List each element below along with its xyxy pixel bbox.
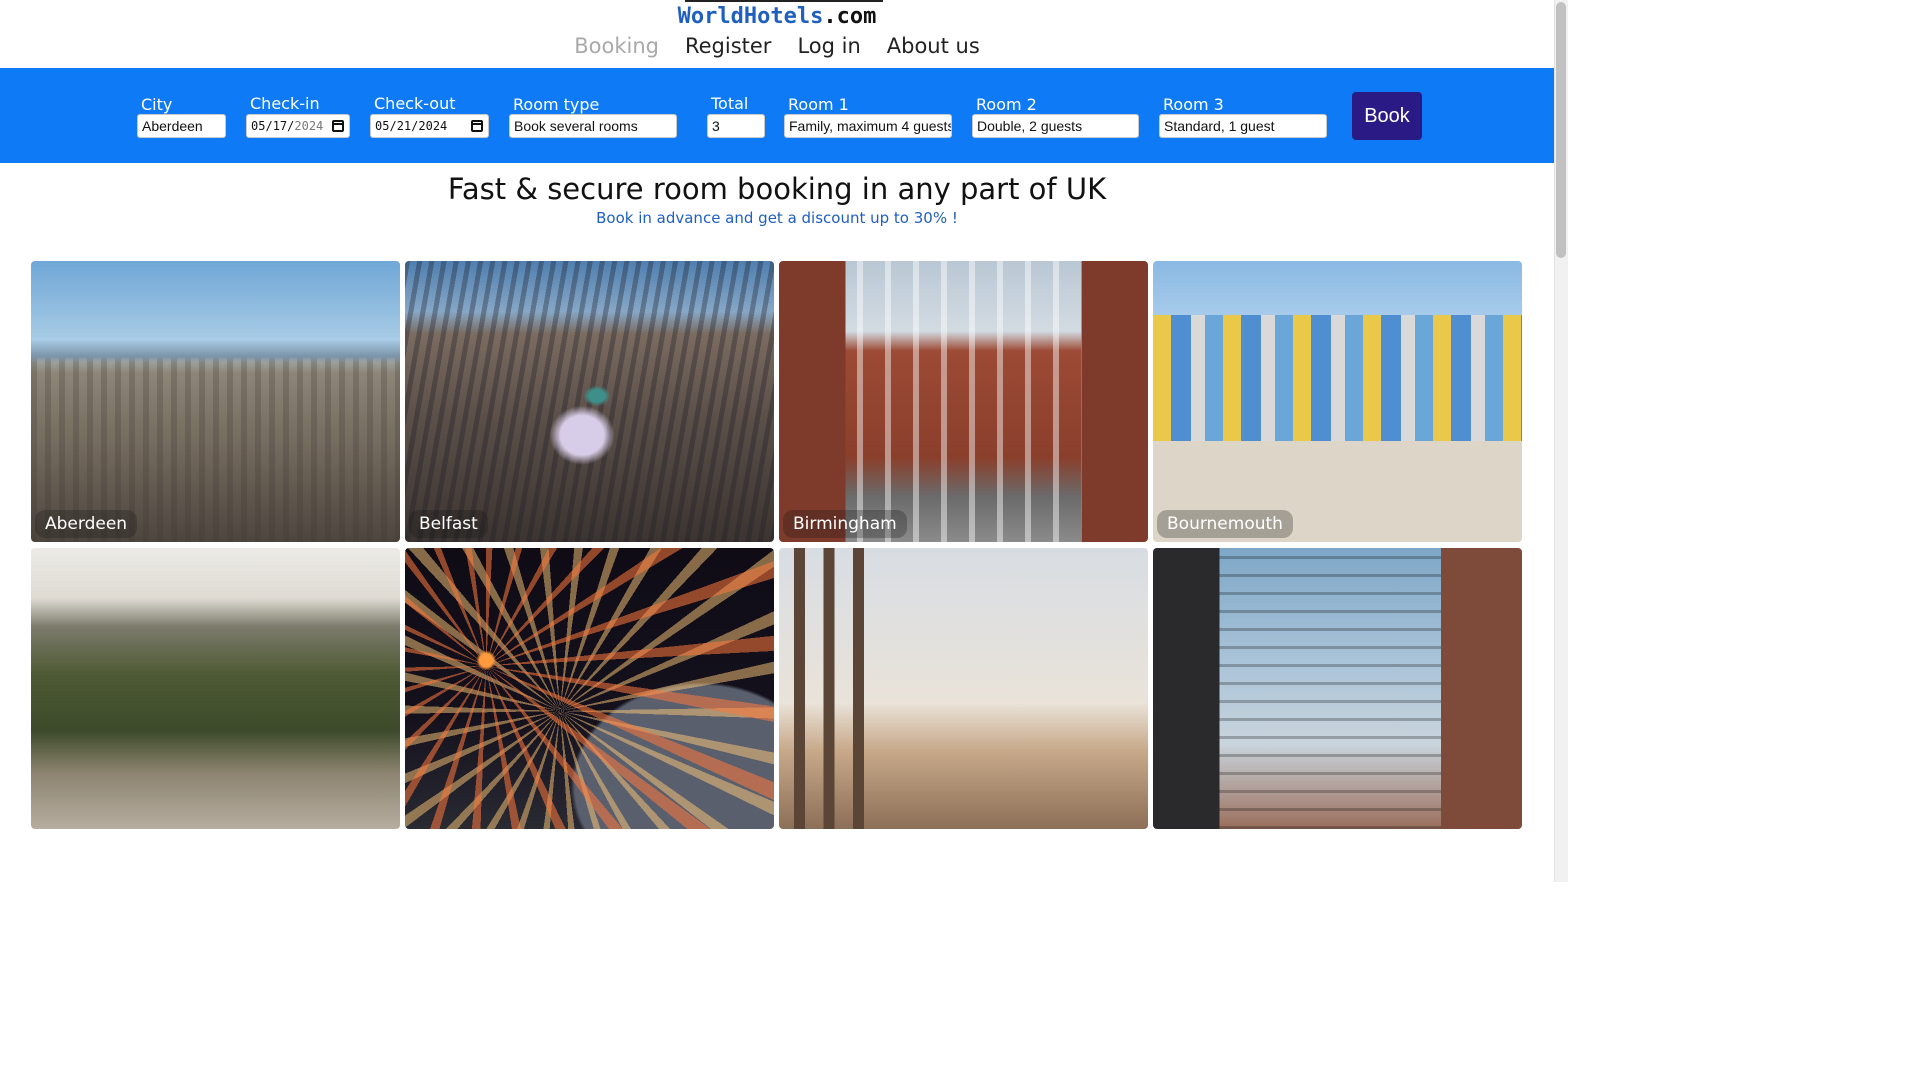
city-card-label: Bournemouth bbox=[1157, 510, 1293, 538]
city-card-label: Aberdeen bbox=[35, 510, 138, 538]
check-out-month: 05 bbox=[375, 119, 390, 133]
check-in-month: 05 bbox=[251, 119, 266, 133]
city-card-bournemouth[interactable]: Bournemouth bbox=[1153, 261, 1522, 542]
check-in-input[interactable]: 05/17/2024 bbox=[246, 114, 350, 138]
city-card-birmingham[interactable]: Birmingham bbox=[779, 261, 1148, 542]
book-button[interactable]: Book bbox=[1352, 92, 1422, 140]
main-nav: Booking Register Log in About us bbox=[0, 34, 1554, 58]
hero-subtitle: Book in advance and get a discount up to… bbox=[596, 209, 958, 227]
logo-brand: WorldHotels bbox=[677, 4, 824, 29]
city-card-bridge-photo[interactable] bbox=[31, 548, 400, 829]
hero-title: Fast & secure room booking in any part o… bbox=[447, 172, 1107, 206]
city-card-belfast[interactable]: Belfast bbox=[405, 261, 774, 542]
city-card-monument-photo[interactable] bbox=[779, 548, 1148, 829]
room-type-select[interactable]: Book several rooms bbox=[509, 114, 677, 138]
calendar-icon[interactable] bbox=[471, 120, 483, 132]
city-card-street-photo[interactable] bbox=[1153, 548, 1522, 829]
page: WorldHotels.com Booking Register Log in … bbox=[0, 0, 1554, 882]
room2-label: Room 2 bbox=[976, 95, 1037, 114]
nav-register[interactable]: Register bbox=[685, 34, 771, 58]
scrollbar-thumb[interactable] bbox=[1556, 2, 1566, 258]
nav-about-us[interactable]: About us bbox=[887, 34, 980, 58]
check-out-input[interactable]: 05/21/2024 bbox=[370, 114, 489, 138]
check-out-day: 21 bbox=[396, 119, 412, 133]
booking-bar: City Aberdeen Check-in 05/17/2024 Check-… bbox=[0, 68, 1554, 163]
check-out-year: 2024 bbox=[418, 119, 448, 133]
total-label: Total bbox=[711, 94, 749, 113]
room3-select[interactable]: Standard, 1 guest bbox=[1159, 114, 1327, 138]
check-in-year: 2024 bbox=[294, 119, 324, 133]
logo-tld: .com bbox=[823, 4, 877, 29]
city-card-label: Belfast bbox=[409, 510, 488, 538]
site-logo[interactable]: WorldHotels.com bbox=[678, 4, 877, 29]
check-out-label: Check-out bbox=[374, 94, 456, 113]
city-card-label: Birmingham bbox=[783, 510, 907, 538]
check-in-label: Check-in bbox=[250, 94, 320, 113]
room-type-label: Room type bbox=[513, 95, 600, 114]
room1-select[interactable]: Family, maximum 4 guests bbox=[784, 114, 952, 138]
header: WorldHotels.com bbox=[0, 0, 1554, 29]
total-input[interactable]: 3 bbox=[707, 114, 765, 138]
city-card-fireworks-photo[interactable] bbox=[405, 548, 774, 829]
room3-label: Room 3 bbox=[1163, 95, 1224, 114]
calendar-icon[interactable] bbox=[332, 120, 344, 132]
check-in-day: 17 bbox=[272, 119, 288, 133]
city-grid: Aberdeen Belfast Birmingham Bournemouth bbox=[31, 261, 1523, 829]
nav-booking[interactable]: Booking bbox=[574, 34, 659, 58]
room1-label: Room 1 bbox=[788, 95, 849, 114]
city-card-aberdeen[interactable]: Aberdeen bbox=[31, 261, 400, 542]
city-label: City bbox=[141, 95, 173, 114]
city-input[interactable]: Aberdeen bbox=[137, 114, 226, 138]
room2-select[interactable]: Double, 2 guests bbox=[972, 114, 1139, 138]
nav-login[interactable]: Log in bbox=[797, 34, 860, 58]
